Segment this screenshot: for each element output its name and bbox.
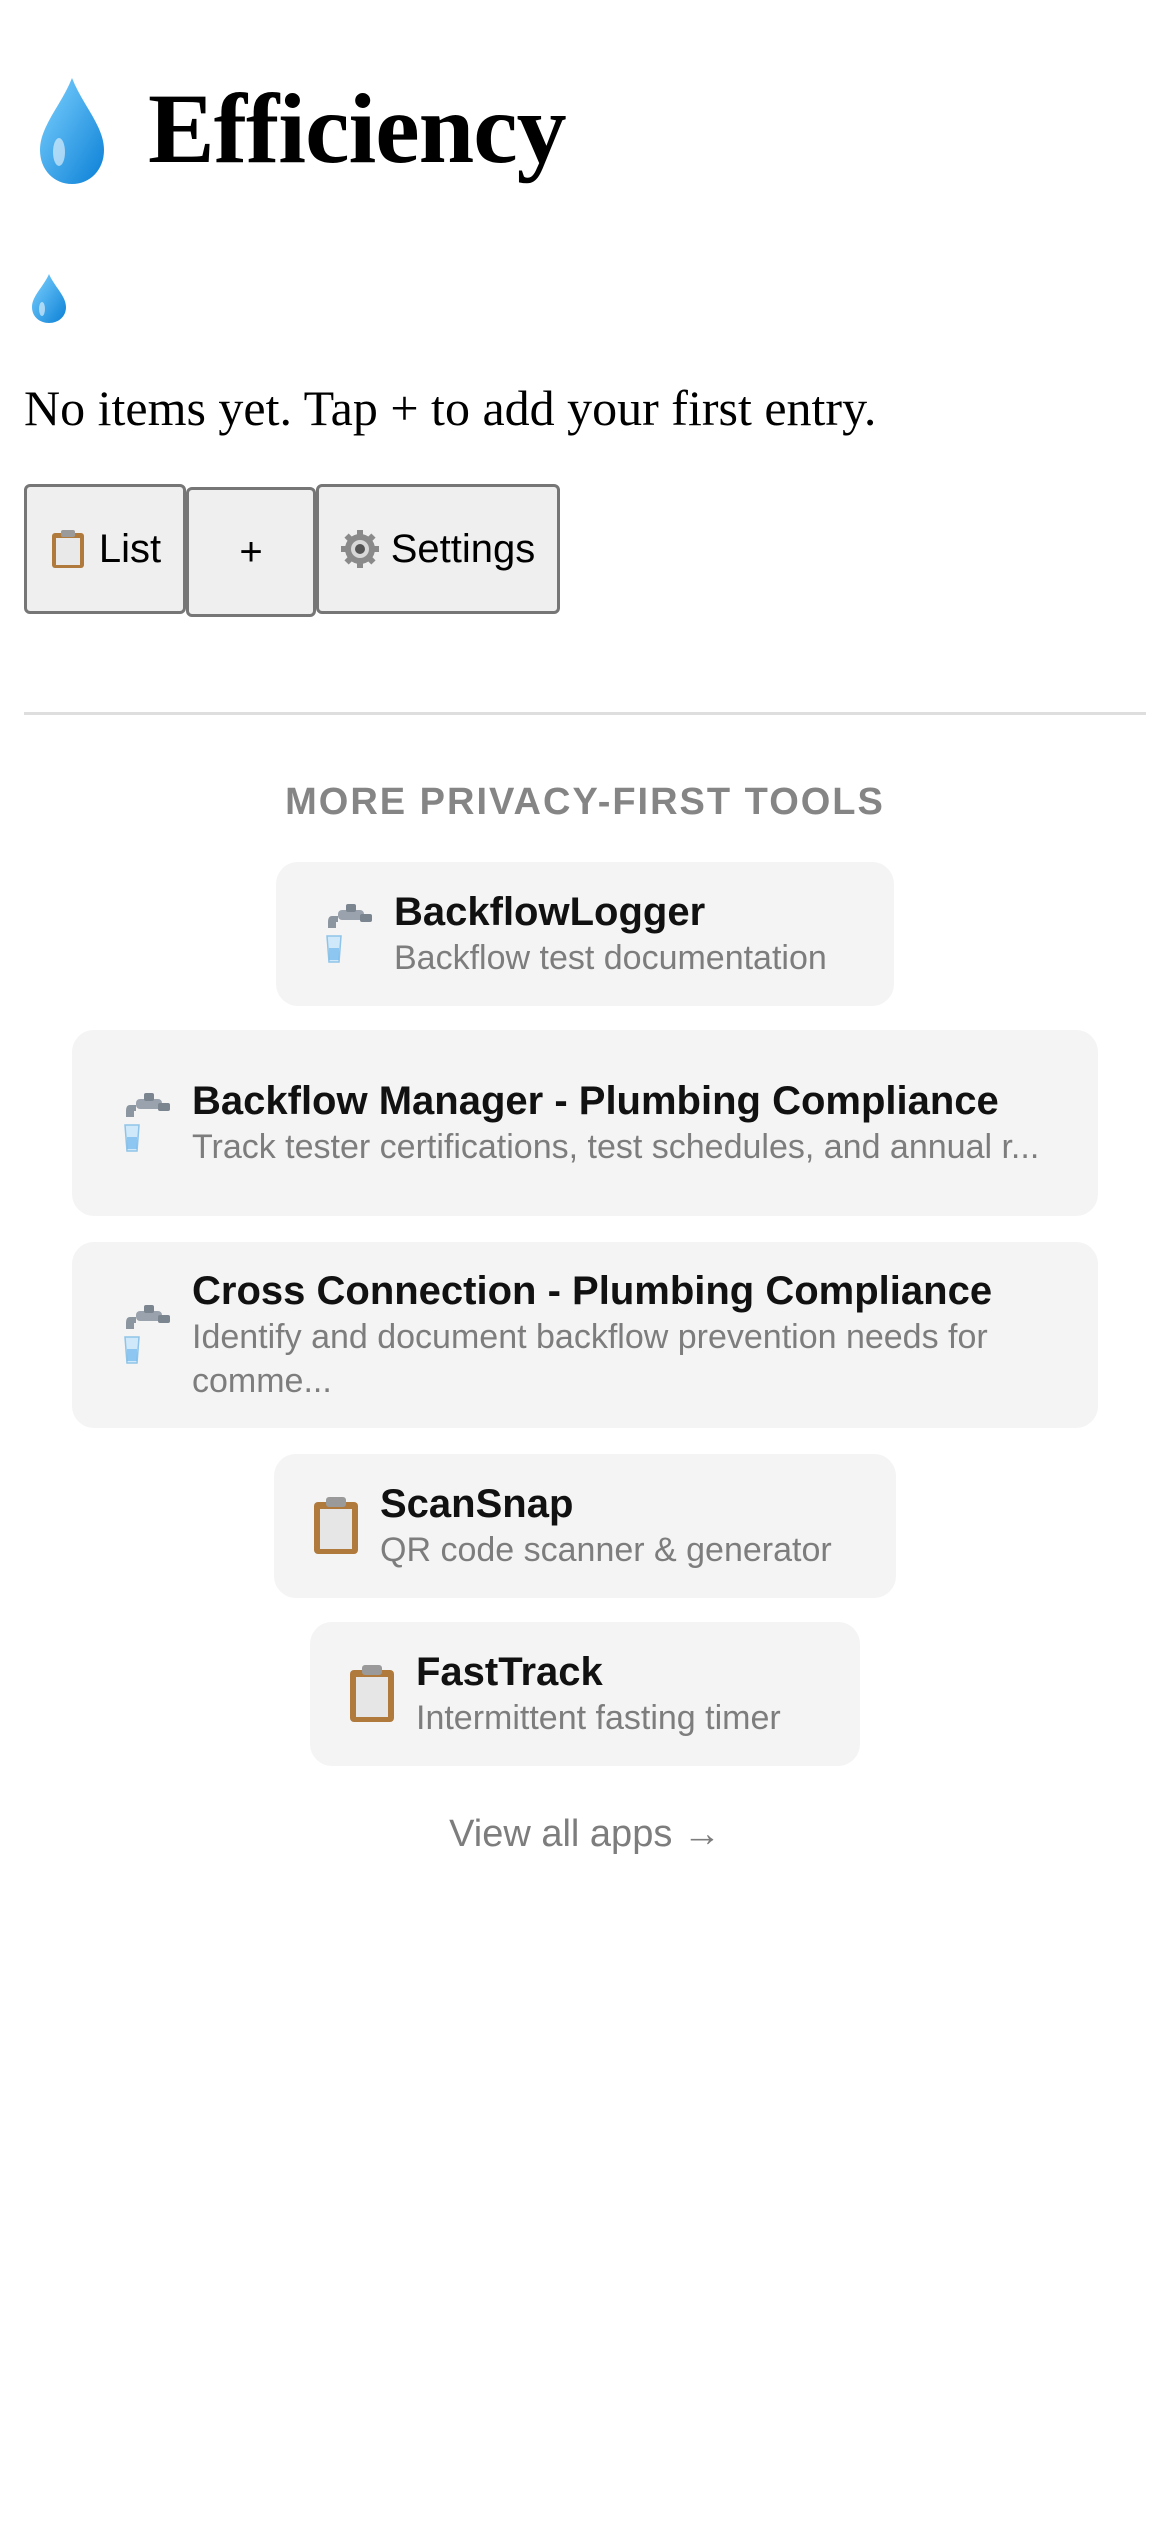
- app-header: Efficiency: [32, 64, 567, 194]
- app-card-title: ScanSnap: [380, 1482, 574, 1526]
- add-button-label: +: [239, 529, 263, 574]
- settings-button-label: Settings: [390, 526, 536, 571]
- app-card-fasttrack[interactable]: FastTrack Intermittent fasting timer: [310, 1622, 860, 1766]
- app-card-cross-connection[interactable]: Cross Connection - Plumbing Compliance I…: [72, 1242, 1098, 1428]
- app-card-scansnap[interactable]: ScanSnap QR code scanner & generator: [274, 1454, 896, 1598]
- promo-heading: MORE PRIVACY-FIRST TOOLS: [285, 781, 885, 823]
- faucet-icon: [122, 1303, 174, 1367]
- app-card-description: Backflow test documentation: [394, 939, 827, 977]
- app-card-backflow-manager[interactable]: Backflow Manager - Plumbing Compliance T…: [72, 1030, 1098, 1216]
- clipboard-icon: [49, 528, 87, 570]
- app-card-backflowlogger[interactable]: BackflowLogger Backflow test documentati…: [276, 862, 894, 1006]
- water-drop-icon: [32, 64, 112, 194]
- app-card-title: Backflow Manager - Plumbing Compliance: [192, 1079, 999, 1123]
- faucet-icon: [122, 1091, 174, 1155]
- list-button-label: List: [98, 526, 162, 571]
- action-buttons: List + Settings: [24, 484, 560, 617]
- clipboard-icon: [346, 1662, 398, 1726]
- app-card-title: Cross Connection - Plumbing Compliance: [192, 1269, 993, 1313]
- app-card-description: Identify and document backflow preventio…: [192, 1318, 988, 1400]
- clipboard-icon: [310, 1494, 362, 1558]
- page-title: Efficiency: [148, 73, 567, 184]
- view-all-apps-link[interactable]: View all apps →: [0, 1808, 1170, 1860]
- empty-state-message: No items yet. Tap + to add your first en…: [24, 380, 877, 436]
- water-drop-icon: [26, 270, 72, 326]
- faucet-icon: [324, 902, 376, 966]
- gear-icon: [340, 528, 379, 570]
- app-card-description: QR code scanner & generator: [380, 1531, 832, 1569]
- add-entry-button[interactable]: +: [186, 487, 316, 617]
- app-card-title: BackflowLogger: [394, 890, 706, 934]
- list-button[interactable]: List: [24, 484, 186, 614]
- app-card-title: FastTrack: [416, 1650, 603, 1694]
- section-divider: [24, 712, 1146, 715]
- settings-button[interactable]: Settings: [316, 484, 560, 614]
- app-card-description: Intermittent fasting timer: [416, 1699, 781, 1737]
- app-card-description: Track tester certifications, test schedu…: [192, 1128, 1040, 1166]
